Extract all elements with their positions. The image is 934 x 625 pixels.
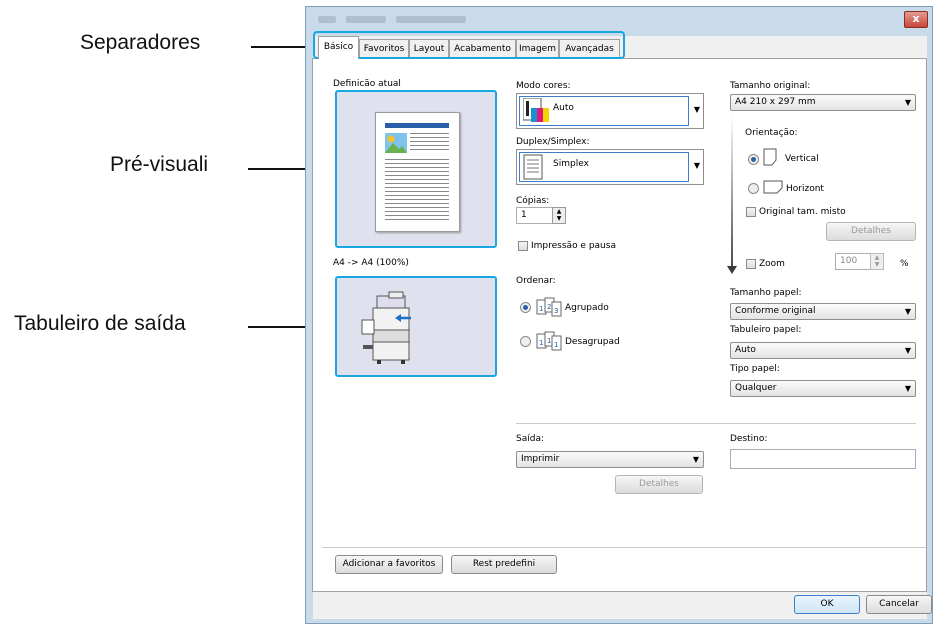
svg-text:3: 3 — [554, 307, 558, 315]
orientation-portrait-label: Vertical — [785, 154, 819, 164]
mixed-size-label: Original tam. misto — [759, 207, 846, 217]
bottom-divider — [322, 547, 926, 548]
add-favorites-button[interactable]: Adicionar a favoritos — [335, 555, 443, 574]
duplex-select[interactable]: Simplex ▼ — [516, 149, 704, 185]
arrow-down-icon — [727, 266, 737, 274]
output-label: Saída: — [516, 434, 544, 444]
chevron-down-icon: ▼ — [904, 384, 911, 393]
tab-basico[interactable]: Básico — [318, 36, 359, 59]
orientation-landscape-label: Horizont — [786, 184, 824, 194]
paper-type-select[interactable]: Qualquer ▼ — [730, 380, 916, 397]
reset-defaults-button[interactable]: Rest predefini — [451, 555, 557, 574]
callout-line-tabs — [251, 46, 311, 48]
sort-uncollated-label: Desagrupad — [565, 337, 620, 347]
print-pause-label: Impressão e pausa — [531, 241, 616, 251]
blurred-title — [396, 16, 466, 23]
copies-input[interactable]: 1 — [516, 207, 556, 224]
color-mode-select[interactable]: Auto ▼ — [516, 93, 704, 129]
current-setting-label: Definicão atual — [333, 79, 401, 89]
preview-page — [375, 112, 460, 232]
portrait-page-icon — [763, 148, 777, 166]
collated-icon: 1 2 3 — [536, 297, 562, 317]
preview-area — [335, 90, 497, 248]
sort-label: Ordenar: — [516, 276, 556, 286]
ok-button[interactable]: OK — [794, 595, 860, 614]
chevron-down-icon: ▼ — [693, 161, 700, 170]
tabs-highlight — [313, 31, 625, 59]
duplex-value: Simplex — [553, 159, 589, 169]
image-icon — [385, 133, 407, 153]
sort-uncollated-radio[interactable] — [520, 336, 531, 347]
scale-text: A4 -> A4 (100%) — [333, 258, 409, 268]
original-size-value: A4 210 x 297 mm — [735, 97, 816, 107]
duplex-label: Duplex/Simplex: — [516, 137, 590, 147]
paper-type-label: Tipo papel: — [730, 364, 780, 374]
color-mode-value: Auto — [553, 103, 574, 113]
sort-collated-radio[interactable] — [520, 302, 531, 313]
output-select[interactable]: Imprimir ▼ — [516, 451, 704, 468]
chevron-down-icon: ▼ — [692, 455, 699, 464]
chevron-down-icon: ▼ — [693, 105, 700, 114]
mixed-size-checkbox[interactable] — [746, 207, 756, 217]
orientation-divider-arrow — [731, 115, 733, 267]
svg-text:2: 2 — [547, 303, 551, 311]
page-header-bar — [385, 123, 449, 128]
section-divider — [516, 423, 916, 424]
text-lines — [410, 133, 449, 153]
copies-label: Cópias: — [516, 196, 550, 206]
mixed-size-details-button[interactable]: Detalhes — [826, 222, 916, 241]
svg-text:1: 1 — [539, 339, 543, 347]
zoom-stepper[interactable]: ▲ ▼ — [870, 253, 884, 270]
paper-size-label: Tamanho papel: — [730, 288, 802, 298]
paper-tray-value: Auto — [735, 345, 756, 355]
color-mode-label: Modo cores: — [516, 81, 571, 91]
original-size-select[interactable]: A4 210 x 297 mm ▼ — [730, 94, 916, 111]
callout-output-tray: Tabuleiro de saída — [14, 312, 186, 335]
chevron-down-icon: ▼ — [904, 307, 911, 316]
output-details-button[interactable]: Detalhes — [615, 475, 703, 494]
print-pause-checkbox[interactable] — [518, 241, 528, 251]
sort-collated-label: Agrupado — [565, 303, 609, 313]
original-size-label: Tamanho original: — [730, 81, 811, 91]
zoom-unit: % — [900, 259, 909, 269]
orientation-portrait-radio[interactable] — [748, 154, 759, 165]
chevron-down-icon: ▼ — [904, 98, 911, 107]
blurred-title — [346, 16, 386, 23]
paper-size-value: Conforme original — [735, 306, 816, 316]
color-mode-icon — [523, 98, 549, 122]
callout-preview: Pré-visuali — [110, 153, 209, 176]
landscape-page-icon — [763, 180, 783, 194]
copies-stepper[interactable]: ▲ ▼ — [552, 207, 566, 224]
paper-tray-label: Tabuleiro papel: — [730, 325, 802, 335]
svg-text:1: 1 — [554, 341, 558, 349]
zoom-checkbox[interactable] — [746, 259, 756, 269]
paper-type-value: Qualquer — [735, 383, 777, 393]
cancel-button[interactable]: Cancelar — [866, 595, 932, 614]
paper-tray-select[interactable]: Auto ▼ — [730, 342, 916, 359]
svg-text:1: 1 — [547, 337, 551, 345]
destination-label: Destino: — [730, 434, 768, 444]
close-button[interactable]: x — [904, 11, 928, 28]
orientation-label: Orientação: — [745, 128, 798, 138]
orientation-landscape-radio[interactable] — [748, 183, 759, 194]
printer-icon — [361, 291, 411, 364]
title-bar: x — [306, 7, 932, 33]
output-tray-preview — [335, 276, 497, 377]
zoom-label: Zoom — [759, 259, 785, 269]
paper-size-select[interactable]: Conforme original ▼ — [730, 303, 916, 320]
uncollated-icon: 1 1 1 — [536, 331, 562, 351]
zoom-input[interactable]: 100 — [835, 253, 873, 270]
svg-text:1: 1 — [539, 305, 543, 313]
output-value: Imprimir — [521, 454, 560, 464]
blurred-title — [318, 16, 336, 23]
chevron-down-icon: ▼ — [904, 346, 911, 355]
text-lines — [385, 159, 449, 221]
destination-input[interactable] — [730, 449, 916, 469]
callout-tabs: Separadores — [80, 31, 201, 54]
simplex-icon — [523, 154, 543, 180]
